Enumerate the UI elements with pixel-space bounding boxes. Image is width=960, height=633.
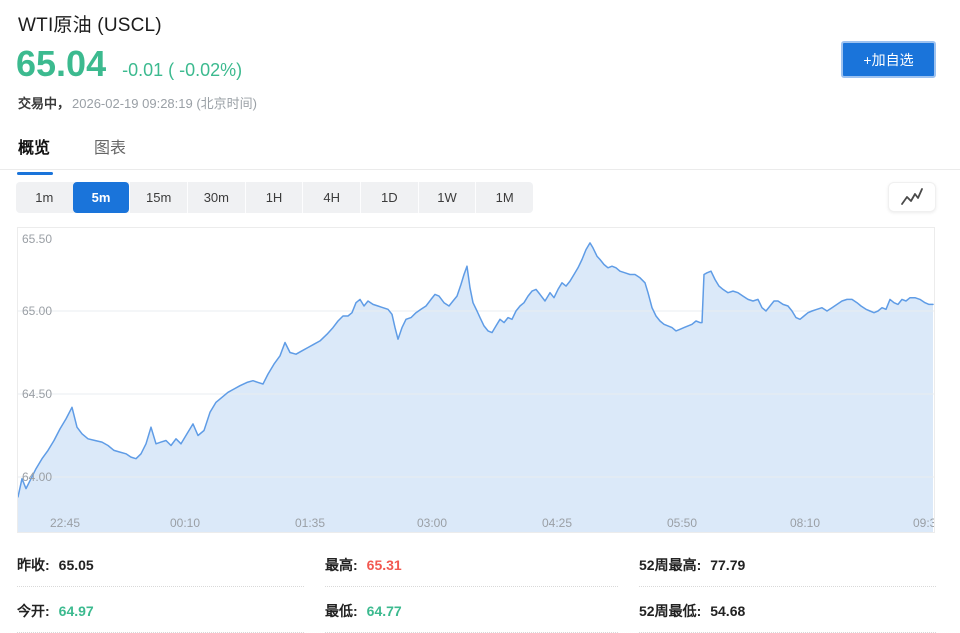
x-axis-tick-label: 00:10 bbox=[170, 516, 200, 530]
add-watchlist-button[interactable]: +加自选 bbox=[841, 41, 936, 78]
x-axis-tick-label: 08:10 bbox=[790, 516, 820, 530]
interval-15m[interactable]: 15m bbox=[129, 182, 187, 213]
x-axis-tick-label: 01:35 bbox=[295, 516, 325, 530]
tab-chart-label: 图表 bbox=[94, 140, 127, 157]
interval-1w[interactable]: 1W bbox=[417, 182, 476, 213]
stat-label: 最高: bbox=[325, 557, 358, 573]
interval-1m[interactable]: 1m bbox=[16, 182, 73, 213]
stats-row: 昨收: 65.05 最高: 65.31 52周最高: 77.79 bbox=[17, 553, 936, 587]
interval-1h[interactable]: 1H bbox=[244, 182, 303, 213]
interval-4h[interactable]: 4H bbox=[302, 182, 360, 213]
stat-label: 52周最低: bbox=[639, 603, 702, 619]
y-axis-tick-label: 65.50 bbox=[22, 232, 52, 246]
interval-30m[interactable]: 30m bbox=[187, 182, 245, 213]
stat-value: 65.05 bbox=[58, 557, 94, 573]
active-tab-underline bbox=[17, 172, 53, 175]
last-price: 65.04 bbox=[16, 43, 107, 84]
quote-timestamp: 2026-02-19 09:28:19 (北京时间) bbox=[72, 96, 257, 111]
tab-overview-label: 概览 bbox=[18, 140, 51, 157]
instrument-title: WTI原油 (USCL) bbox=[18, 15, 162, 36]
stat-52wk-high: 52周最高: 77.79 bbox=[639, 553, 936, 587]
stat-value: 77.79 bbox=[710, 557, 746, 573]
y-axis-tick-label: 64.00 bbox=[22, 470, 52, 484]
x-axis-tick-label: 05:50 bbox=[667, 516, 697, 530]
x-axis-tick-label: 22:45 bbox=[50, 516, 80, 530]
stat-label: 昨收: bbox=[17, 557, 50, 573]
stat-value: 64.77 bbox=[366, 603, 402, 619]
trading-status: 交易中， bbox=[18, 96, 71, 111]
chart-area-fill bbox=[18, 242, 933, 532]
x-axis-tick-label: 03:00 bbox=[417, 516, 447, 530]
stat-label: 今开: bbox=[17, 603, 50, 619]
stat-label: 52周最高: bbox=[639, 557, 702, 573]
interval-1d[interactable]: 1D bbox=[360, 182, 418, 213]
y-axis-tick-label: 65.00 bbox=[22, 304, 52, 318]
line-chart-icon bbox=[901, 188, 923, 205]
stat-prev-close: 昨收: 65.05 bbox=[17, 553, 304, 587]
tab-bar-divider bbox=[0, 169, 960, 170]
price-change: -0.01 ( -0.02%) bbox=[122, 60, 243, 80]
y-axis-tick-label: 64.50 bbox=[22, 387, 52, 401]
stat-value: 64.97 bbox=[58, 603, 94, 619]
interval-5m[interactable]: 5m bbox=[72, 182, 130, 213]
stat-value: 65.31 bbox=[366, 557, 402, 573]
price-block: 65.04 -0.01 ( -0.02%) bbox=[16, 46, 242, 82]
trading-status-row: 交易中， 2026-02-19 09:28:19 (北京时间) bbox=[18, 93, 257, 112]
chart-type-button[interactable] bbox=[888, 182, 936, 212]
stat-value: 54.68 bbox=[710, 603, 746, 619]
x-axis-tick-label: 04:25 bbox=[542, 516, 572, 530]
price-chart[interactable]: 65.50 65.00 64.50 64.00 22:45 00:10 01:35 03:00… bbox=[17, 227, 935, 533]
x-axis-tick-label: 09:3 bbox=[913, 516, 934, 530]
stat-high: 最高: 65.31 bbox=[325, 553, 618, 587]
stats-grid: 昨收: 65.05 最高: 65.31 52周最高: 77.79 今开: 64.97 最… bbox=[17, 553, 936, 633]
interval-selector: 1m 5m 15m 30m 1H 4H 1D 1W 1M bbox=[16, 182, 533, 213]
stat-label: 最低: bbox=[325, 603, 358, 619]
interval-1m-month[interactable]: 1M bbox=[475, 182, 533, 213]
